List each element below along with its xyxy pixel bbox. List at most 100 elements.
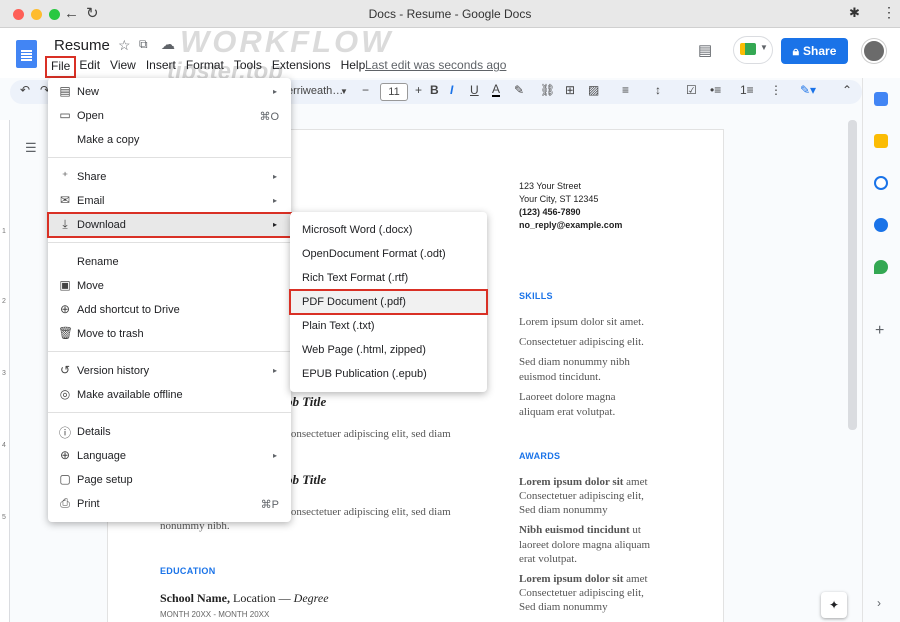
menu-item-add-shortcut[interactable]: ⊕ Add shortcut to Drive: [48, 298, 291, 322]
decrease-size-icon[interactable]: −: [362, 83, 369, 97]
menu-item-rename[interactable]: Rename: [48, 250, 291, 274]
school-name: School Name,: [160, 591, 230, 605]
menu-item-label: Make available offline: [77, 389, 183, 401]
chevron-down-icon[interactable]: ▼: [340, 87, 348, 96]
undo-icon[interactable]: ↶: [20, 83, 30, 97]
font-size-input[interactable]: 11: [380, 83, 408, 101]
menu-item-email[interactable]: ✉ Email ▸: [48, 189, 291, 213]
menu-item-open[interactable]: ▭ Open ⌘O: [48, 104, 291, 128]
download-pdf[interactable]: PDF Document (.pdf): [289, 289, 488, 315]
menu-item-page-setup[interactable]: ▢ Page setup: [48, 468, 291, 492]
image-icon[interactable]: ▨: [588, 83, 599, 97]
docs-logo-icon[interactable]: [16, 40, 37, 68]
comment-add-icon[interactable]: ⊞: [565, 83, 575, 97]
more-icon[interactable]: ⋮: [770, 83, 782, 97]
school-line: School Name, Location — Degree: [160, 591, 329, 606]
award-text: amet: [623, 476, 648, 488]
keep-icon[interactable]: [874, 134, 888, 148]
add-addon-icon[interactable]: +: [875, 322, 884, 340]
cloud-icon[interactable]: ☁: [161, 36, 175, 53]
menu-item-language[interactable]: ⊕ Language ▸: [48, 444, 291, 468]
increase-size-icon[interactable]: +: [415, 83, 422, 97]
address-line: 123 Your Street: [519, 181, 582, 191]
award-line: laoreet dolore magna aliquam: [519, 539, 651, 551]
edit-mode-icon[interactable]: ✎▾: [800, 83, 816, 97]
chevron-right-icon: ▸: [272, 366, 277, 375]
comments-icon[interactable]: ▤: [698, 41, 712, 59]
document-outline-icon[interactable]: ☰: [25, 140, 37, 156]
link-icon[interactable]: ⛓: [540, 83, 555, 97]
menu-item-label: Share: [77, 171, 107, 183]
calendar-icon[interactable]: [874, 92, 888, 106]
highlight-icon[interactable]: ✎: [514, 83, 524, 97]
menu-format[interactable]: Format: [181, 58, 229, 76]
download-odt[interactable]: OpenDocument Format (.odt): [290, 242, 487, 266]
menu-item-print[interactable]: ⎙ Print ⌘P: [48, 492, 291, 516]
menu-item-label: Add shortcut to Drive: [77, 304, 180, 316]
contacts-icon[interactable]: [874, 218, 888, 232]
download-docx[interactable]: Microsoft Word (.docx): [290, 218, 487, 242]
menu-item-make-copy[interactable]: Make a copy: [48, 128, 291, 152]
underline-icon[interactable]: U: [470, 83, 479, 97]
avatar[interactable]: [862, 39, 886, 63]
scrollbar[interactable]: [848, 120, 857, 430]
maps-icon[interactable]: [874, 260, 888, 274]
page-setup-icon: ▢: [59, 472, 71, 486]
menu-file[interactable]: File: [44, 56, 77, 78]
text-color-icon[interactable]: A: [492, 83, 501, 97]
award-line: Sed diam nonummy: [519, 601, 608, 613]
download-epub[interactable]: EPUB Publication (.epub): [290, 362, 487, 386]
menu-extensions[interactable]: Extensions: [267, 58, 336, 76]
folder-move-icon[interactable]: ⧉: [139, 37, 148, 52]
last-edit-link[interactable]: Last edit was seconds ago: [365, 58, 506, 72]
tasks-icon[interactable]: [874, 176, 888, 190]
align-icon[interactable]: ≡: [622, 83, 629, 97]
skill-line: Laoreet dolore magna: [519, 391, 616, 403]
bold-icon[interactable]: B: [430, 83, 439, 97]
menu-edit[interactable]: Edit: [74, 58, 105, 76]
menu-item-download[interactable]: ⤓ Download ▸: [47, 212, 292, 238]
extensions-icon[interactable]: ✱: [849, 5, 860, 21]
menu-item-move[interactable]: ▣ Move: [48, 274, 291, 298]
menu-item-version-history[interactable]: ↺ Version history ▸: [48, 359, 291, 383]
menu-item-share[interactable]: ⁺ Share ▸: [48, 165, 291, 189]
font-family-select[interactable]: erriweath…: [287, 85, 343, 97]
menu-item-label: Microsoft Word (.docx): [302, 224, 413, 236]
menu-item-move-to-trash[interactable]: 🗑 Move to trash: [48, 322, 291, 346]
city-line: Your City, ST 12345: [519, 194, 599, 204]
menu-item-details[interactable]: ⓘ Details: [48, 420, 291, 444]
chevron-right-icon[interactable]: ›: [877, 596, 881, 610]
menu-item-label: Make a copy: [77, 134, 140, 146]
line-spacing-icon[interactable]: ↕: [655, 83, 661, 97]
menu-item-label: Web Page (.html, zipped): [302, 344, 426, 356]
share-button[interactable]: 🔒︎ Share: [781, 38, 848, 64]
more-vertical-icon[interactable]: ⋮: [882, 4, 896, 21]
download-txt[interactable]: Plain Text (.txt): [290, 314, 487, 338]
offline-icon: ◎: [59, 387, 71, 401]
trash-icon: 🗑: [58, 326, 74, 340]
numbered-list-icon[interactable]: 1≡: [740, 83, 754, 97]
shortcut: ⌘O: [259, 111, 279, 123]
download-html[interactable]: Web Page (.html, zipped): [290, 338, 487, 362]
doc-title[interactable]: Resume: [54, 37, 110, 54]
explore-icon[interactable]: ✦: [821, 592, 847, 618]
menu-item-label: Move: [77, 280, 104, 292]
chevron-up-icon[interactable]: ⌃: [842, 83, 852, 97]
star-icon[interactable]: ☆: [118, 37, 131, 54]
menu-insert[interactable]: Insert: [141, 58, 181, 76]
degree: Degree: [293, 591, 329, 605]
download-rtf[interactable]: Rich Text Format (.rtf): [290, 266, 487, 290]
menu-tools[interactable]: Tools: [229, 58, 267, 76]
menu-item-label: EPUB Publication (.epub): [302, 368, 427, 380]
menu-item-label: OpenDocument Format (.odt): [302, 248, 446, 260]
menu-item-new[interactable]: ▤ New ▸: [48, 80, 291, 104]
education-heading: EDUCATION: [160, 566, 216, 576]
italic-icon[interactable]: I: [450, 83, 453, 97]
menu-item-offline[interactable]: ◎ Make available offline: [48, 383, 291, 407]
info-icon: ⓘ: [58, 426, 71, 440]
email-line: no_reply@example.com: [519, 220, 623, 230]
menu-view[interactable]: View: [105, 58, 141, 76]
checklist-icon[interactable]: ☑: [686, 83, 697, 97]
bullet-list-icon[interactable]: •≡: [710, 83, 721, 97]
download-icon: ⤓: [62, 217, 68, 231]
